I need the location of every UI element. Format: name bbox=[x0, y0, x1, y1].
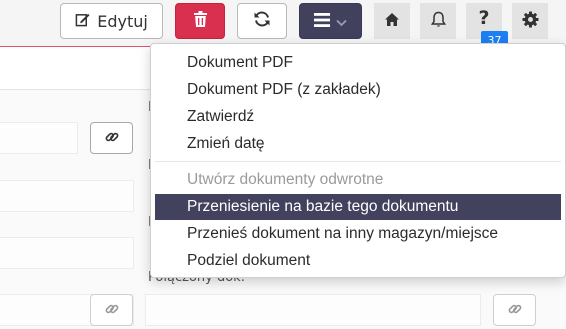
home-button[interactable] bbox=[374, 3, 410, 39]
menu-item-zmien-date[interactable]: Zmień datę bbox=[155, 131, 561, 157]
form-field[interactable] bbox=[0, 180, 134, 212]
form-field[interactable] bbox=[0, 122, 78, 154]
actions-dropdown-menu: Dokument PDF Dokument PDF (z zakładek) Z… bbox=[150, 43, 566, 278]
link-icon bbox=[105, 129, 119, 148]
home-icon bbox=[384, 12, 400, 31]
menu-divider bbox=[155, 161, 561, 162]
settings-button[interactable] bbox=[512, 3, 548, 39]
edit-button-label: Edytuj bbox=[97, 11, 148, 31]
trash-icon bbox=[193, 11, 207, 31]
bell-icon bbox=[430, 11, 446, 32]
edit-icon bbox=[75, 12, 90, 31]
menu-item-przenies-dokument[interactable]: Przenieś dokument na inny magazyn/miejsc… bbox=[155, 221, 561, 247]
menu-item-dokument-pdf-z-zakladek[interactable]: Dokument PDF (z zakładek) bbox=[155, 77, 561, 103]
edit-button[interactable]: Edytuj bbox=[60, 3, 163, 39]
help-icon: ? bbox=[478, 6, 490, 29]
link-button[interactable] bbox=[493, 294, 536, 326]
chevron-down-icon bbox=[336, 12, 347, 31]
menu-item-przeniesienie-na-bazie[interactable]: Przeniesienie na bazie tego dokumentu bbox=[155, 194, 561, 220]
linked-document-field[interactable] bbox=[145, 294, 481, 326]
form-field[interactable] bbox=[0, 237, 134, 269]
link-button[interactable] bbox=[90, 294, 133, 326]
menu-item-utworz-dokumenty-odwrotne: Utwórz dokumenty odwrotne bbox=[187, 171, 384, 188]
notifications-button[interactable] bbox=[420, 3, 456, 39]
link-icon bbox=[508, 301, 522, 320]
refresh-icon bbox=[253, 10, 271, 32]
menu-item-dokument-pdf[interactable]: Dokument PDF bbox=[155, 50, 561, 76]
link-button[interactable] bbox=[90, 122, 133, 154]
delete-button[interactable] bbox=[175, 3, 225, 39]
menu-item-podziel-dokument[interactable]: Podziel dokument bbox=[155, 248, 561, 274]
menu-item-zatwierdz[interactable]: Zatwierdź bbox=[155, 104, 561, 130]
gear-icon bbox=[521, 10, 539, 32]
link-icon bbox=[105, 301, 119, 320]
actions-menu-button[interactable] bbox=[299, 3, 362, 39]
hamburger-menu-icon bbox=[314, 12, 330, 31]
refresh-button[interactable] bbox=[237, 3, 287, 39]
